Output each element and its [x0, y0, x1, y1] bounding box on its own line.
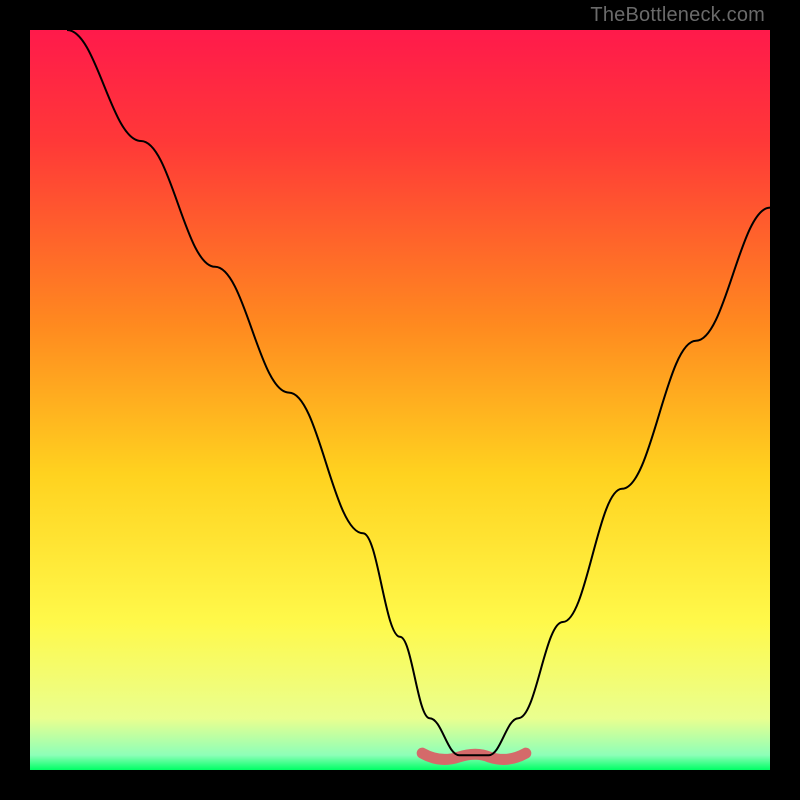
- chart-plot-area: [30, 30, 770, 770]
- chart-svg: [30, 30, 770, 770]
- watermark-text: TheBottleneck.com: [590, 4, 765, 27]
- flat-highlight-segment: [422, 753, 526, 759]
